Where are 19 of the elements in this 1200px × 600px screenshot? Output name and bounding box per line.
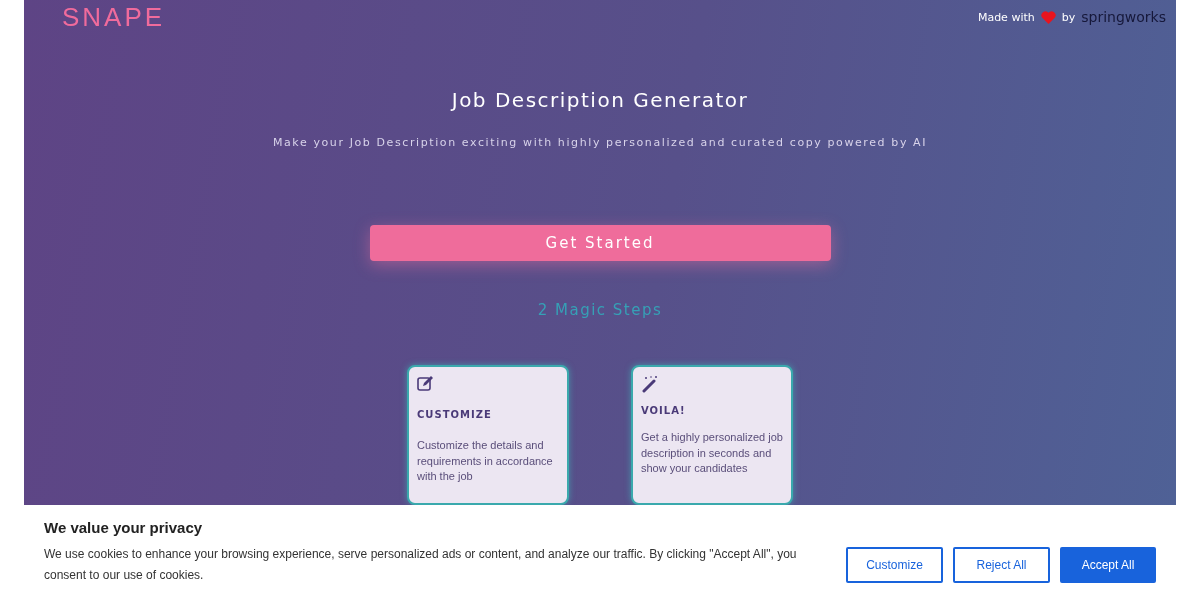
- card-text: Customize the details and requirements in accordance with the job: [417, 438, 554, 484]
- card-heading: VOILA!: [641, 405, 687, 416]
- heart-icon: [1040, 10, 1056, 24]
- steps-title: 2 Magic Steps: [537, 301, 663, 319]
- edit-icon: [417, 375, 435, 391]
- get-started-button[interactable]: Get Started: [369, 225, 831, 261]
- card-text: Get a highly personalized job description in seconds and show your candidates: [641, 430, 783, 476]
- subtitle: Make your Job Description exciting with highly personalized and curated copy powered by AI: [272, 136, 928, 149]
- brand-logo[interactable]: springworks: [1081, 9, 1166, 25]
- page-title: Job Description Generator: [451, 88, 749, 112]
- cookie-title: We value your privacy: [44, 519, 204, 536]
- cookie-text: We use cookies to enhance your browsing experience, serve personalized ads or content, and analyze our traffic. By clicking "Accept All", you consent to our use of cookies.: [44, 546, 798, 584]
- by-text: by: [1061, 10, 1076, 24]
- cookie-button[interactable]: Customize: [846, 547, 943, 583]
- magic-wand-icon: [641, 375, 659, 393]
- cookie-button[interactable]: Reject All: [953, 547, 1050, 583]
- cookie-button[interactable]: Accept All: [1060, 547, 1156, 583]
- made-with-text: Made with: [977, 10, 1035, 24]
- card-heading: CUSTOMIZE: [417, 409, 493, 420]
